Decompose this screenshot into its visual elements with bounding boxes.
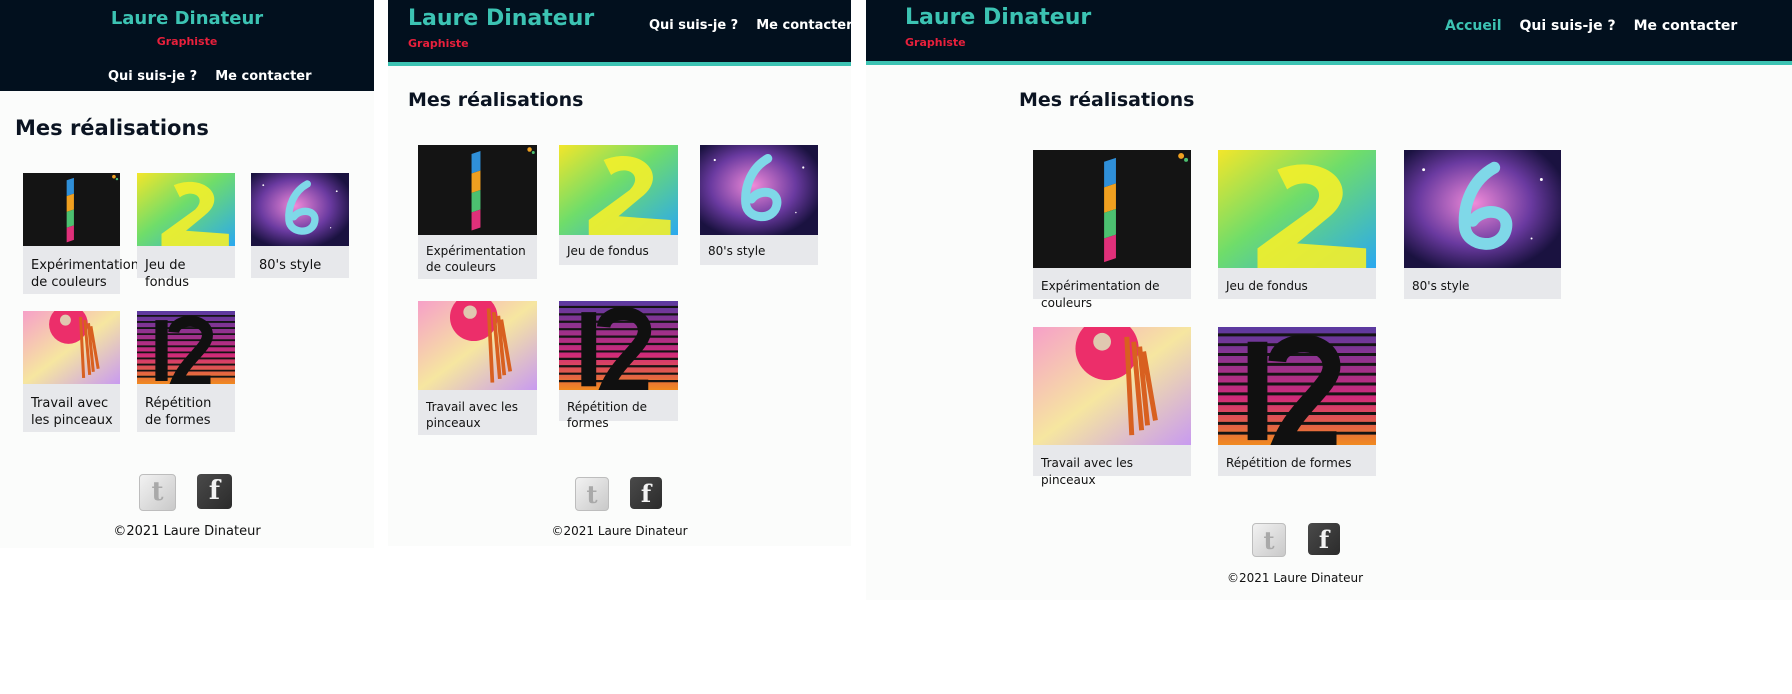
main-nav: Qui suis-je ? Me contacter <box>649 18 851 33</box>
project-card[interactable]: Expérimentation de couleurs <box>1033 150 1191 310</box>
nav-item-about[interactable]: Qui suis-je ? <box>649 18 738 33</box>
site-title[interactable]: Laure Dinateur <box>0 8 374 29</box>
facebook-icon[interactable]: f <box>630 477 662 509</box>
site-header: Laure Dinateur Graphiste Accueil Qui suis… <box>866 0 1792 65</box>
project-card[interactable]: Expérimentation de couleurs <box>23 173 139 294</box>
nav-item-about[interactable]: Qui suis-je ? <box>1520 18 1616 34</box>
facebook-icon[interactable]: f <box>197 474 232 509</box>
project-image <box>1218 150 1376 268</box>
site-subtitle: Graphiste <box>905 36 966 49</box>
project-caption: Expérimentation de couleurs <box>426 244 526 274</box>
project-caption: Travail avec les pinceaux <box>31 396 113 428</box>
project-card[interactable]: Jeu de fondus <box>137 173 235 290</box>
project-caption: Jeu de fondus <box>145 258 190 290</box>
project-card[interactable]: Travail avec les pinceaux <box>418 301 537 435</box>
copyright: ©2021 Laure Dinateur <box>1226 571 1364 585</box>
project-image <box>1218 327 1376 445</box>
facebook-icon[interactable]: f <box>1308 523 1340 555</box>
project-card[interactable]: Répétition de formes <box>1218 327 1376 476</box>
project-card[interactable]: Jeu de fondus <box>1218 150 1376 299</box>
project-card[interactable]: Travail avec les pinceaux <box>1033 327 1191 487</box>
site-subtitle: Graphiste <box>408 37 469 50</box>
project-caption: Travail avec les pinceaux <box>426 400 519 430</box>
twitter-icon[interactable]: t <box>1252 523 1286 557</box>
project-image <box>559 145 678 235</box>
project-caption: Jeu de fondus <box>567 244 649 258</box>
mobile-view: Laure Dinateur Graphiste Qui suis-je ? Me… <box>0 0 374 548</box>
project-card[interactable]: Jeu de fondus <box>559 145 678 265</box>
project-image <box>559 301 678 390</box>
project-card[interactable]: Répétition de formes <box>559 301 678 430</box>
nav-item-contact[interactable]: Me contacter <box>756 18 851 33</box>
site-title[interactable]: Laure Dinateur <box>905 5 1091 30</box>
project-caption: 80's style <box>1412 279 1470 293</box>
nav-item-contact[interactable]: Me contacter <box>215 69 311 84</box>
project-caption: Expérimentation de couleurs <box>1041 279 1160 310</box>
project-image <box>23 311 120 384</box>
project-caption: 80's style <box>259 258 322 273</box>
project-image <box>1404 150 1561 268</box>
project-caption: Répétition de formes <box>567 400 648 430</box>
site-header: Laure Dinateur Graphiste Qui suis-je ? Me… <box>388 0 851 66</box>
project-caption: Expérimentation de couleurs <box>31 258 139 290</box>
tablet-view: Laure Dinateur Graphiste Qui suis-je ? Me… <box>388 0 851 546</box>
desktop-view: Laure Dinateur Graphiste Accueil Qui suis… <box>866 0 1792 600</box>
project-image <box>418 301 537 390</box>
copyright: ©2021 Laure Dinateur <box>551 524 688 538</box>
project-card[interactable]: 80's style <box>251 173 349 278</box>
project-card[interactable]: Expérimentation de couleurs <box>418 145 537 279</box>
project-image <box>700 145 818 235</box>
project-image <box>251 173 349 246</box>
copyright: ©2021 Laure Dinateur <box>113 524 261 539</box>
project-caption: 80's style <box>708 244 766 258</box>
project-caption: Jeu de fondus <box>1226 279 1308 293</box>
main-nav: Qui suis-je ? Me contacter <box>108 69 330 84</box>
project-image <box>137 173 235 246</box>
project-image <box>1033 327 1191 445</box>
nav-item-home[interactable]: Accueil <box>1445 18 1502 34</box>
main-nav: Accueil Qui suis-je ? Me contacter <box>1445 18 1755 34</box>
twitter-icon[interactable]: t <box>139 474 176 511</box>
site-header: Laure Dinateur Graphiste Qui suis-je ? Me… <box>0 0 374 91</box>
project-card[interactable]: 80's style <box>700 145 818 265</box>
project-caption: Travail avec les pinceaux <box>1041 456 1134 487</box>
project-image <box>23 173 120 246</box>
nav-item-contact[interactable]: Me contacter <box>1634 18 1738 34</box>
project-card[interactable]: Répétition de formes <box>137 311 235 432</box>
nav-item-about[interactable]: Qui suis-je ? <box>108 69 197 84</box>
project-card[interactable]: Travail avec les pinceaux <box>23 311 120 432</box>
project-caption: Répétition de formes <box>145 396 212 428</box>
project-caption: Répétition de formes <box>1226 456 1352 470</box>
site-title[interactable]: Laure Dinateur <box>408 6 594 31</box>
project-image <box>418 145 537 235</box>
section-title: Mes réalisations <box>408 89 584 111</box>
section-title: Mes réalisations <box>1019 89 1195 111</box>
twitter-icon[interactable]: t <box>575 477 609 511</box>
site-subtitle: Graphiste <box>156 35 218 48</box>
project-image <box>137 311 235 384</box>
project-card[interactable]: 80's style <box>1404 150 1561 299</box>
project-image <box>1033 150 1191 268</box>
section-title: Mes réalisations <box>15 116 209 140</box>
